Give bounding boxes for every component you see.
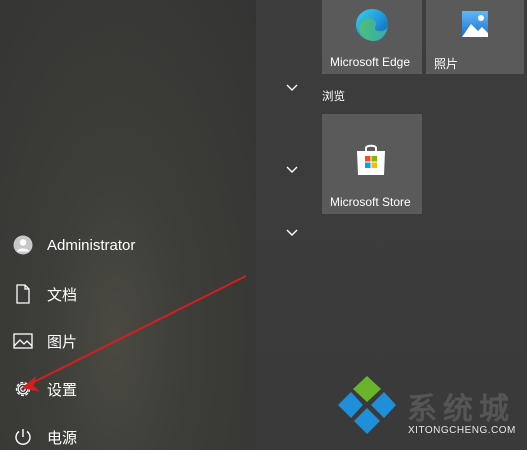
watermark-domain-text: XITONGCHENG.COM xyxy=(408,425,516,436)
watermark-brand-text: 系统城 xyxy=(407,393,515,426)
watermark-logo-icon xyxy=(338,376,396,434)
watermark: 系统城 XITONGCHENG.COM xyxy=(333,372,527,450)
